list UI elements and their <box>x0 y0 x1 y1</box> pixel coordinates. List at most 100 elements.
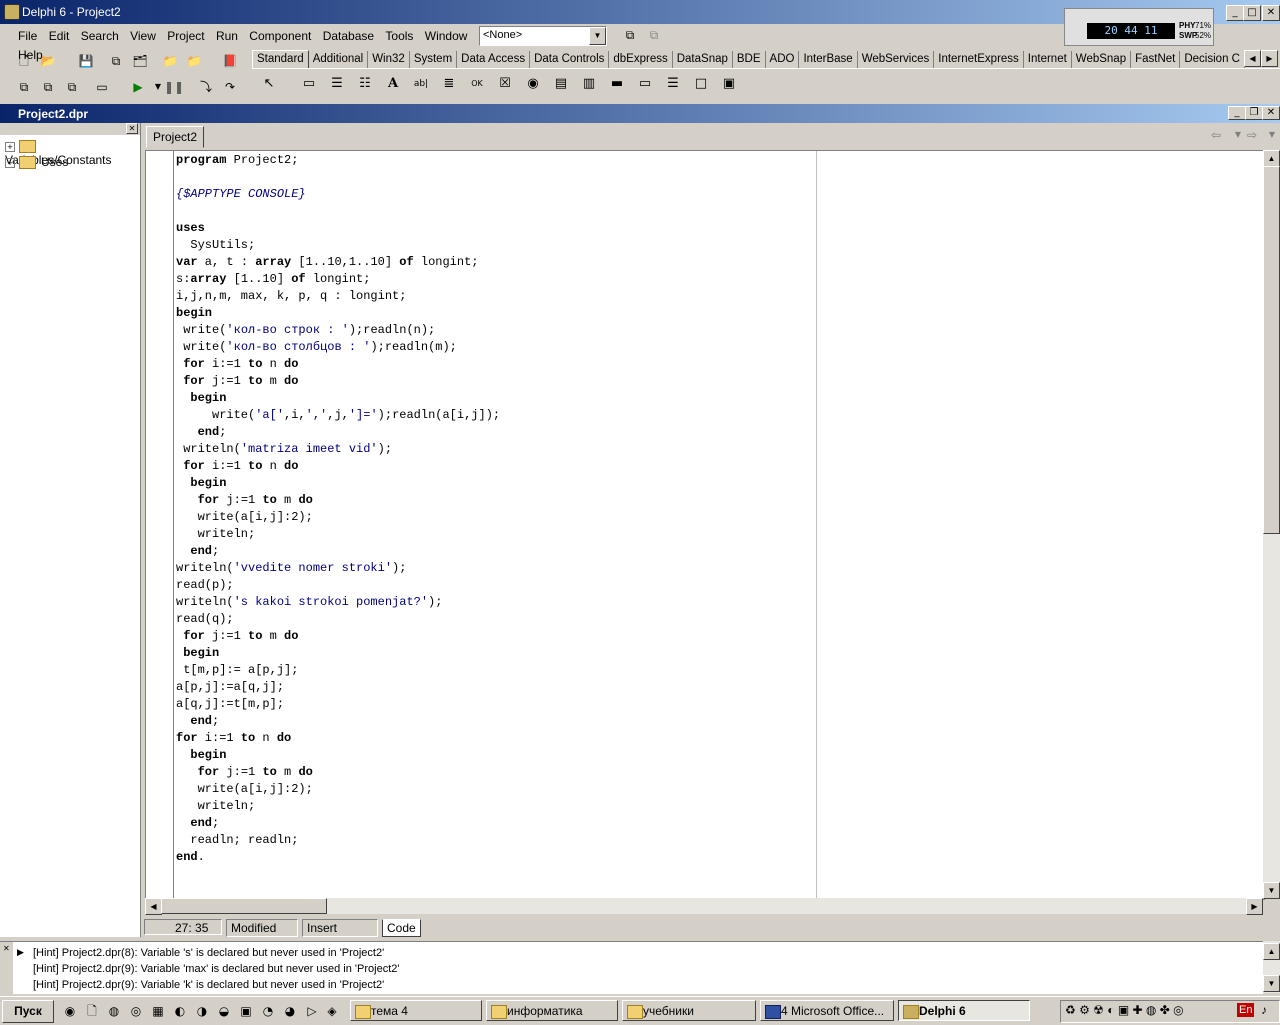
tray-icons[interactable]: ♻ ⚙ ☢ ◐ ▣ ✚ ◍ ✤ ◎ <box>1065 1003 1184 1017</box>
code-line[interactable]: for j:=1 to m do <box>176 373 298 390</box>
code-line[interactable]: uses <box>176 220 205 237</box>
view-unit-icon[interactable]: ⧉ <box>14 77 34 97</box>
actionlist-icon[interactable]: ▣ <box>718 73 740 95</box>
code-line[interactable]: read(q); <box>176 611 234 628</box>
palette-scroll-left-icon[interactable]: ◀ <box>1244 50 1261 67</box>
expand-icon[interactable]: + <box>5 157 15 168</box>
radiogroup-icon[interactable]: ☰ <box>662 73 684 95</box>
scroll-right-icon[interactable]: ▶ <box>1246 898 1263 915</box>
horizontal-scroll-thumb[interactable] <box>161 898 327 914</box>
scroll-up-icon[interactable]: ▲ <box>1263 150 1280 167</box>
task-button-tema4[interactable]: тема 4 <box>350 1000 482 1021</box>
label-icon[interactable]: A <box>382 73 404 95</box>
task-button-delphi[interactable]: Delphi 6 <box>898 1000 1030 1021</box>
palette-tab-fastnet[interactable]: FastNet <box>1131 51 1181 68</box>
memo-icon[interactable]: ≣ <box>438 73 460 95</box>
palette-scroll-right-icon[interactable]: ▶ <box>1261 50 1278 67</box>
open-project-icon[interactable]: 🗂 <box>130 51 150 71</box>
editor-horizontal-scrollbar[interactable]: ◀ ▶ <box>145 898 1263 915</box>
scroll-down-icon[interactable]: ▼ <box>1263 975 1280 992</box>
quicklaunch-icon[interactable]: ▷ <box>302 1001 322 1021</box>
code-line[interactable]: for i:=1 to n do <box>176 730 291 747</box>
listbox-icon[interactable]: ▤ <box>550 73 572 95</box>
groupbox-icon[interactable]: ▭ <box>634 73 656 95</box>
add-to-project-icon[interactable]: 📁 <box>160 51 180 71</box>
code-line[interactable]: s:array [1..10] of longint; <box>176 271 370 288</box>
task-button-uchebniki[interactable]: учебники <box>622 1000 756 1021</box>
menu-component[interactable]: Component <box>245 24 315 43</box>
code-line[interactable]: begin <box>176 390 226 407</box>
button-icon[interactable]: OK <box>466 73 488 95</box>
palette-tab-ado[interactable]: ADO <box>766 51 800 68</box>
code-line[interactable]: end; <box>176 424 227 441</box>
palette-tab-internetexpress[interactable]: InternetExpress <box>934 51 1024 68</box>
code-line[interactable]: begin <box>176 645 219 662</box>
explorer-close-icon[interactable]: ✕ <box>126 123 138 134</box>
popupmenu-icon[interactable]: ☷ <box>354 73 376 95</box>
code-line[interactable]: a[q,j]:=t[m,p]; <box>176 696 284 713</box>
palette-tab-dbexpress[interactable]: dbExpress <box>609 51 673 68</box>
pointer-icon[interactable]: ↖ <box>258 73 280 95</box>
palette-tab-interbase[interactable]: InterBase <box>799 51 858 68</box>
quicklaunch-icon[interactable]: ◉ <box>60 1001 80 1021</box>
message-line[interactable]: [Hint] Project2.dpr(9): Variable 'max' i… <box>33 963 399 975</box>
editor-minimize-button[interactable]: _ <box>1228 106 1246 120</box>
expand-icon[interactable]: + <box>5 141 15 152</box>
code-line[interactable]: {$APPTYPE CONSOLE} <box>176 186 306 203</box>
quicklaunch-icon[interactable]: 🗋 <box>82 1001 102 1021</box>
code-line[interactable]: write('кол-во строк : ');readln(n); <box>176 322 435 339</box>
code-line[interactable]: begin <box>176 475 226 492</box>
vertical-scroll-thumb[interactable] <box>1263 166 1280 534</box>
menu-project[interactable]: Project <box>163 24 208 43</box>
menu-edit[interactable]: Edit <box>45 24 74 43</box>
save-desktop-icon[interactable]: ⧉ <box>620 25 640 45</box>
editor-gutter[interactable] <box>146 151 174 899</box>
task-button-informatika[interactable]: информатика <box>486 1000 618 1021</box>
palette-tab-additional[interactable]: Additional <box>309 51 369 68</box>
scrollbar-icon[interactable]: ▬ <box>606 73 628 95</box>
start-button[interactable]: Пуск <box>2 1000 54 1023</box>
quicklaunch-icon[interactable]: ◐ <box>170 1001 190 1021</box>
code-line[interactable]: i,j,n,m, max, k, p, q : longint; <box>176 288 406 305</box>
forward-dropdown-icon[interactable]: ▼ <box>1262 125 1280 145</box>
language-indicator[interactable]: En <box>1237 1003 1255 1017</box>
scroll-left-icon[interactable]: ◀ <box>145 898 162 915</box>
code-line[interactable]: end; <box>176 815 219 832</box>
desktop-combo[interactable]: <None> ▼ <box>479 26 607 46</box>
new-form-icon[interactable]: ▭ <box>92 77 112 97</box>
quicklaunch-icon[interactable]: ◎ <box>126 1001 146 1021</box>
edit-icon[interactable]: ab| <box>410 73 432 95</box>
forward-arrow-icon[interactable]: ⇨ <box>1242 125 1262 145</box>
editor-vertical-scrollbar[interactable]: ▲ ▼ <box>1263 150 1280 899</box>
pause-icon[interactable]: ❚❚ <box>164 77 184 97</box>
menu-tools[interactable]: Tools <box>381 24 417 43</box>
quicklaunch-icon[interactable]: ◔ <box>258 1001 278 1021</box>
code-line[interactable]: read(p); <box>176 577 234 594</box>
volume-icon[interactable]: ♪ <box>1261 1003 1267 1017</box>
code-line[interactable]: begin <box>176 305 212 322</box>
menu-file[interactable]: File <box>14 24 41 43</box>
palette-tab-system[interactable]: System <box>410 51 458 68</box>
editor-restore-button[interactable]: ❐ <box>1245 106 1263 120</box>
toggle-form-unit-icon[interactable]: ⧉ <box>62 77 82 97</box>
code-line[interactable]: end. <box>176 849 205 866</box>
step-over-icon[interactable]: ↷ <box>220 77 240 97</box>
message-line[interactable]: [Hint] Project2.dpr(9): Variable 'k' is … <box>33 979 384 991</box>
menu-database[interactable]: Database <box>319 24 378 43</box>
collapse-arrow-icon[interactable]: ▶ <box>17 947 24 958</box>
messages-close-icon[interactable]: ✕ <box>3 944 10 953</box>
code-line[interactable]: write('a[',i,',',j,']=');readln(a[i,j]); <box>176 407 500 424</box>
radiobutton-icon[interactable]: ◉ <box>522 73 544 95</box>
menu-search[interactable]: Search <box>77 24 123 43</box>
tab-code[interactable]: Code <box>382 919 421 937</box>
palette-tab-data-controls[interactable]: Data Controls <box>530 51 610 68</box>
palette-tab-webservices[interactable]: WebServices <box>858 51 935 68</box>
code-line[interactable]: write(a[i,j]:2); <box>176 781 313 798</box>
messages-grip[interactable]: ✕ <box>0 942 13 994</box>
code-line[interactable]: a[p,j]:=a[q,j]; <box>176 679 284 696</box>
code-line[interactable]: for j:=1 to m do <box>176 492 313 509</box>
code-line[interactable]: t[m,p]:= a[p,j]; <box>176 662 298 679</box>
trace-into-icon[interactable]: ⤵ <box>196 77 216 97</box>
panel-icon[interactable]: □ <box>690 73 712 95</box>
delphi-app-icon[interactable] <box>4 4 20 20</box>
